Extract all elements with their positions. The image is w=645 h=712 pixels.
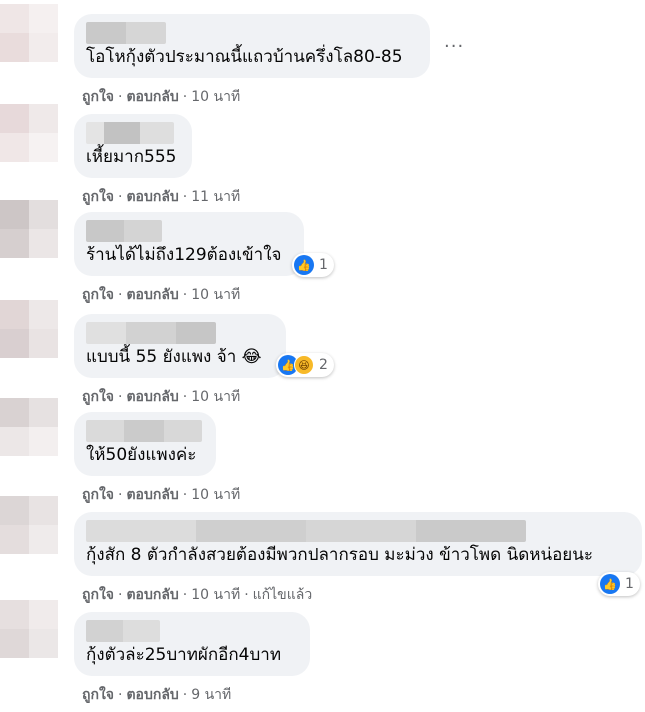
like-link[interactable]: ถูกใจ bbox=[82, 86, 114, 108]
commenter-name-redacted[interactable] bbox=[86, 620, 160, 642]
commenter-name-redacted[interactable] bbox=[86, 22, 166, 44]
separator: · bbox=[182, 587, 188, 603]
reaction-count: 1 bbox=[319, 257, 328, 273]
comment-item: แบบนี้ 55 ยังแพง จ้า 😂 ถูกใจ · ตอบกลับ · 10 … bbox=[74, 314, 286, 408]
like-link[interactable]: ถูกใจ bbox=[82, 584, 114, 606]
commenter-name-redacted[interactable] bbox=[86, 420, 202, 442]
reaction-count: 1 bbox=[625, 576, 634, 592]
reply-link[interactable]: ตอบกลับ bbox=[126, 86, 178, 108]
avatar[interactable] bbox=[0, 600, 58, 658]
like-link[interactable]: ถูกใจ bbox=[82, 484, 114, 506]
like-link[interactable]: ถูกใจ bbox=[82, 386, 114, 408]
comment-actions: ถูกใจ · ตอบกลับ · 10 นาที bbox=[74, 386, 286, 408]
separator: · bbox=[118, 687, 123, 703]
timestamp[interactable]: 10 นาที bbox=[191, 484, 240, 506]
reply-link[interactable]: ตอบกลับ bbox=[126, 684, 178, 706]
comment-item: ร้านได้ไม่ถึง129ต้องเข้าใจ ถูกใจ · ตอบกลับ… bbox=[74, 212, 304, 306]
reply-link[interactable]: ตอบกลับ bbox=[126, 484, 178, 506]
comment-bubble: แบบนี้ 55 ยังแพง จ้า 😂 bbox=[74, 314, 286, 378]
reply-link[interactable]: ตอบกลับ bbox=[126, 284, 178, 306]
comment-item: โอโหกุ้งตัวประมาณนี้แถวบ้านครึ่งโล80-85 … bbox=[74, 14, 430, 108]
avatar[interactable] bbox=[0, 496, 58, 554]
comment-item: เหี้ยมาก555 ถูกใจ · ตอบกลับ · 11 นาที bbox=[74, 114, 240, 208]
commenter-name-redacted[interactable] bbox=[86, 520, 526, 542]
avatar[interactable] bbox=[0, 398, 58, 456]
comment-actions: ถูกใจ · ตอบกลับ · 10 นาที bbox=[74, 86, 430, 108]
separator: · bbox=[182, 189, 188, 205]
comment-actions: ถูกใจ · ตอบกลับ · 10 นาที bbox=[74, 284, 304, 306]
timestamp[interactable]: 10 นาที bbox=[191, 584, 240, 606]
edited-label[interactable]: แก้ไขแล้ว bbox=[253, 584, 313, 606]
separator: · bbox=[182, 89, 188, 105]
comment-text: ให้50ยังแพงค่ะ bbox=[86, 445, 197, 465]
commenter-name-redacted[interactable] bbox=[86, 122, 174, 144]
separator: · bbox=[182, 389, 188, 405]
separator: · bbox=[244, 587, 249, 603]
timestamp[interactable]: 11 นาที bbox=[191, 186, 240, 208]
comment-item: กุ้งตัวล่ะ25บาทผักอีก4บาท ถูกใจ · ตอบกลับ ·… bbox=[74, 612, 310, 706]
comment-text: กุ้งสัก 8 ตัวกำลังสวยต้องมีพวกปลากรอบ มะ… bbox=[86, 545, 593, 565]
comment-bubble: เหี้ยมาก555 bbox=[74, 114, 192, 178]
comment-text: โอโหกุ้งตัวประมาณนี้แถวบ้านครึ่งโล80-85 bbox=[86, 47, 403, 67]
separator: · bbox=[182, 487, 188, 503]
comment-bubble: ให้50ยังแพงค่ะ bbox=[74, 412, 216, 476]
comment-bubble: กุ้งสัก 8 ตัวกำลังสวยต้องมีพวกปลากรอบ มะ… bbox=[74, 512, 642, 576]
comment-actions: ถูกใจ · ตอบกลับ · 9 นาที bbox=[74, 684, 310, 706]
like-link[interactable]: ถูกใจ bbox=[82, 684, 114, 706]
comment-actions: ถูกใจ · ตอบกลับ · 11 นาที bbox=[74, 186, 240, 208]
comment-actions: ถูกใจ · ตอบกลับ · 10 นาที · แก้ไขแล้ว bbox=[74, 584, 642, 606]
like-icon: 👍 bbox=[600, 574, 620, 594]
reply-link[interactable]: ตอบกลับ bbox=[126, 386, 178, 408]
commenter-name-redacted[interactable] bbox=[86, 322, 216, 344]
reply-link[interactable]: ตอบกลับ bbox=[126, 186, 178, 208]
comment-item: กุ้งสัก 8 ตัวกำลังสวยต้องมีพวกปลากรอบ มะ… bbox=[74, 512, 642, 606]
comment-text: แบบนี้ 55 ยังแพง จ้า 😂 bbox=[86, 347, 262, 367]
more-horizontal-icon[interactable]: ··· bbox=[444, 36, 464, 57]
haha-icon: 😆 bbox=[294, 355, 314, 375]
comment-text: ร้านได้ไม่ถึง129ต้องเข้าใจ bbox=[86, 245, 282, 265]
reaction-summary[interactable]: 👍 1 bbox=[598, 572, 640, 596]
comment-bubble: ร้านได้ไม่ถึง129ต้องเข้าใจ bbox=[74, 212, 304, 276]
separator: · bbox=[118, 487, 123, 503]
avatar[interactable] bbox=[0, 300, 58, 358]
comment-bubble: โอโหกุ้งตัวประมาณนี้แถวบ้านครึ่งโล80-85 bbox=[74, 14, 430, 78]
separator: · bbox=[182, 287, 188, 303]
comment-text: กุ้งตัวล่ะ25บาทผักอีก4บาท bbox=[86, 645, 282, 665]
separator: · bbox=[182, 687, 188, 703]
avatar[interactable] bbox=[0, 104, 58, 162]
separator: · bbox=[118, 287, 123, 303]
separator: · bbox=[118, 89, 123, 105]
comment-text: เหี้ยมาก555 bbox=[86, 147, 177, 167]
comment-bubble: กุ้งตัวล่ะ25บาทผักอีก4บาท bbox=[74, 612, 310, 676]
commenter-name-redacted[interactable] bbox=[86, 220, 162, 242]
separator: · bbox=[118, 587, 123, 603]
like-link[interactable]: ถูกใจ bbox=[82, 284, 114, 306]
timestamp[interactable]: 10 นาที bbox=[191, 86, 240, 108]
avatar[interactable] bbox=[0, 200, 58, 258]
reaction-count: 2 bbox=[319, 357, 328, 373]
comment-actions: ถูกใจ · ตอบกลับ · 10 นาที bbox=[74, 484, 240, 506]
timestamp[interactable]: 10 นาที bbox=[191, 284, 240, 306]
separator: · bbox=[118, 189, 123, 205]
reaction-summary[interactable]: 👍 😆 2 bbox=[276, 353, 334, 377]
like-icon: 👍 bbox=[294, 255, 314, 275]
reply-link[interactable]: ตอบกลับ bbox=[126, 584, 178, 606]
timestamp[interactable]: 9 นาที bbox=[191, 684, 231, 706]
comment-item: ให้50ยังแพงค่ะ ถูกใจ · ตอบกลับ · 10 นาที bbox=[74, 412, 240, 506]
avatar[interactable] bbox=[0, 4, 58, 62]
timestamp[interactable]: 10 นาที bbox=[191, 386, 240, 408]
reaction-summary[interactable]: 👍 1 bbox=[292, 253, 334, 277]
separator: · bbox=[118, 389, 123, 405]
like-link[interactable]: ถูกใจ bbox=[82, 186, 114, 208]
